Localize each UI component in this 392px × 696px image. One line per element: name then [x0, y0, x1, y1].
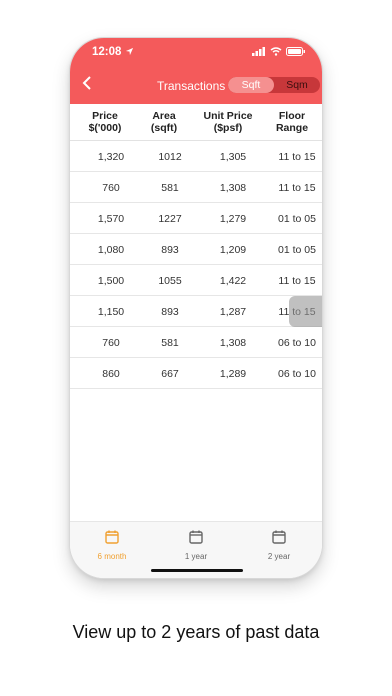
- column-header-floor-range[interactable]: Floor Range: [268, 110, 316, 134]
- signal-icon: [252, 47, 265, 56]
- calendar-icon: [189, 530, 203, 544]
- table-row[interactable]: 860 667 1,289 06 to 10: [70, 358, 322, 389]
- floor-range-cell: 11 to 15: [278, 182, 316, 194]
- table-row[interactable]: 760 581 1,308 11 to 15: [70, 172, 322, 203]
- unit-price-cell: 1,308: [219, 182, 247, 194]
- table-row[interactable]: 1,150 893 1,287 11 to 15: [70, 296, 322, 327]
- home-indicator: [151, 569, 243, 572]
- area-cell: 1055: [158, 275, 182, 287]
- area-cell: 581: [161, 337, 179, 349]
- app-header: 12:08 Transactions Sqft Sqm: [70, 38, 322, 104]
- price-cell: 1,500: [97, 275, 125, 287]
- area-cell: 893: [161, 244, 179, 256]
- column-header-unit-price[interactable]: Unit Price ($psf): [198, 110, 258, 134]
- table-row[interactable]: 1,320 1012 1,305 11 to 15: [70, 141, 322, 172]
- price-cell: 860: [102, 368, 120, 380]
- phone-frame: 12:08 Transactions Sqft Sqm Price $('000…: [70, 38, 322, 578]
- back-chevron-icon[interactable]: [80, 75, 94, 91]
- tab-1-year[interactable]: 1 year: [166, 530, 226, 561]
- status-icons: [252, 47, 306, 56]
- unit-option-sqm[interactable]: Sqm: [274, 77, 320, 93]
- unit-price-cell: 1,279: [219, 213, 247, 225]
- price-cell: 1,080: [97, 244, 125, 256]
- tab-6-month[interactable]: 6 month: [82, 530, 142, 561]
- floor-range-cell: 06 to 10: [278, 368, 316, 380]
- area-cell: 667: [161, 368, 179, 380]
- tab-label: 6 month: [97, 552, 127, 561]
- area-cell: 581: [161, 182, 179, 194]
- table-row[interactable]: 1,080 893 1,209 01 to 05: [70, 234, 322, 265]
- wifi-icon: [270, 47, 282, 56]
- price-cell: 1,570: [97, 213, 125, 225]
- price-cell: 1,150: [97, 306, 125, 318]
- area-cell: 1012: [158, 151, 182, 163]
- calendar-icon: [105, 530, 119, 544]
- price-cell: 1,320: [97, 151, 125, 163]
- table-header: Price $('000) Area (sqft) Unit Price ($p…: [70, 104, 322, 141]
- floor-range-cell: 06 to 10: [278, 337, 316, 349]
- marketing-caption: View up to 2 years of past data: [72, 622, 320, 642]
- status-time: 12:08: [92, 46, 122, 58]
- unit-price-cell: 1,209: [219, 244, 247, 256]
- tab-2-year[interactable]: 2 year: [249, 530, 309, 561]
- table-row[interactable]: 1,500 1055 1,422 11 to 15: [70, 265, 322, 296]
- location-arrow-icon: [125, 47, 134, 56]
- floor-range-cell: 01 to 05: [278, 244, 316, 256]
- unit-price-cell: 1,308: [219, 337, 247, 349]
- table-row[interactable]: 1,570 1227 1,279 01 to 05: [70, 203, 322, 234]
- battery-icon: [286, 47, 305, 56]
- unit-price-cell: 1,287: [219, 306, 247, 318]
- price-cell: 760: [102, 337, 120, 349]
- unit-option-sqft[interactable]: Sqft: [228, 77, 274, 93]
- price-cell: 760: [102, 182, 120, 194]
- column-header-price[interactable]: Price $('000): [80, 110, 130, 134]
- area-cell: 1227: [158, 213, 182, 225]
- floor-range-cell: 11 to 15: [278, 151, 316, 163]
- floating-action-button[interactable]: [289, 296, 322, 327]
- floor-range-cell: 01 to 05: [278, 213, 316, 225]
- column-header-area[interactable]: Area (sqft): [142, 110, 186, 134]
- transactions-table: 1,320 1012 1,305 11 to 15 760 581 1,308 …: [70, 141, 322, 389]
- page-title: Transactions: [157, 79, 226, 93]
- tab-label: 1 year: [184, 552, 208, 561]
- floor-range-cell: 11 to 15: [278, 275, 316, 287]
- area-cell: 893: [161, 306, 179, 318]
- unit-price-cell: 1,422: [219, 275, 247, 287]
- table-row[interactable]: 760 581 1,308 06 to 10: [70, 327, 322, 358]
- tab-label: 2 year: [267, 552, 291, 561]
- calendar-icon: [272, 530, 286, 544]
- unit-price-cell: 1,289: [219, 368, 247, 380]
- unit-toggle[interactable]: Sqft Sqm: [228, 77, 320, 93]
- unit-price-cell: 1,305: [219, 151, 247, 163]
